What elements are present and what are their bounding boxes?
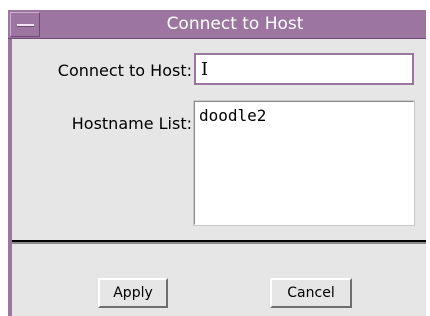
separator bbox=[12, 240, 426, 244]
title-bar[interactable]: Connect to Host bbox=[8, 10, 426, 39]
list-item[interactable]: doodle2 bbox=[199, 106, 266, 125]
dialog-body: Connect to Host: I Hostname List: doodle… bbox=[12, 39, 426, 316]
hostname-list-label: Hostname List: bbox=[71, 114, 192, 133]
window-title: Connect to Host bbox=[166, 14, 304, 34]
connect-to-host-input[interactable]: I bbox=[194, 53, 414, 85]
hostname-list[interactable]: doodle2 bbox=[193, 100, 415, 226]
connect-to-host-label: Connect to Host: bbox=[57, 61, 192, 80]
apply-button[interactable]: Apply bbox=[98, 278, 168, 308]
window-menu-button[interactable] bbox=[10, 12, 40, 37]
cancel-button[interactable]: Cancel bbox=[270, 278, 352, 308]
dialog-window: Connect to Host Connect to Host: I Hostn… bbox=[8, 10, 426, 316]
text-cursor-icon: I bbox=[201, 59, 209, 80]
window-menu-icon bbox=[17, 24, 34, 27]
